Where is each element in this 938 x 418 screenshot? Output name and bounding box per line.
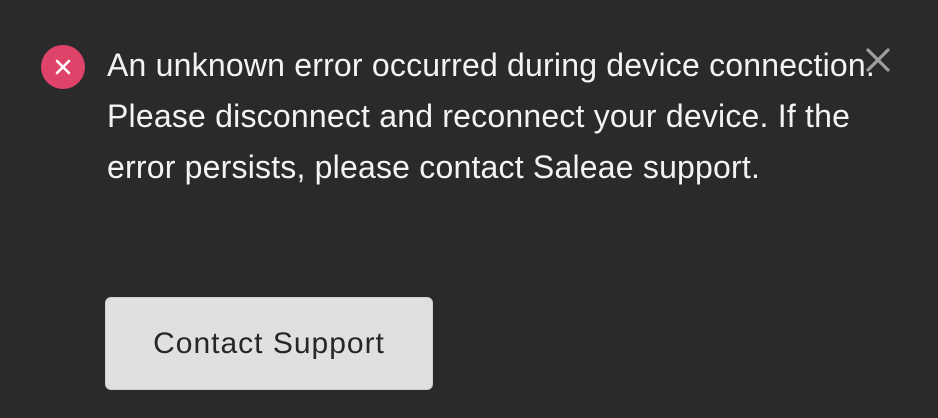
error-message: An unknown error occurred during device … <box>107 47 875 185</box>
close-icon[interactable] <box>865 47 891 73</box>
x-mark-icon <box>55 59 71 75</box>
error-circle-icon <box>41 45 85 89</box>
contact-support-button[interactable]: Contact Support <box>105 297 433 390</box>
close-button[interactable] <box>858 40 898 80</box>
error-notification: An unknown error occurred during device … <box>0 0 938 418</box>
